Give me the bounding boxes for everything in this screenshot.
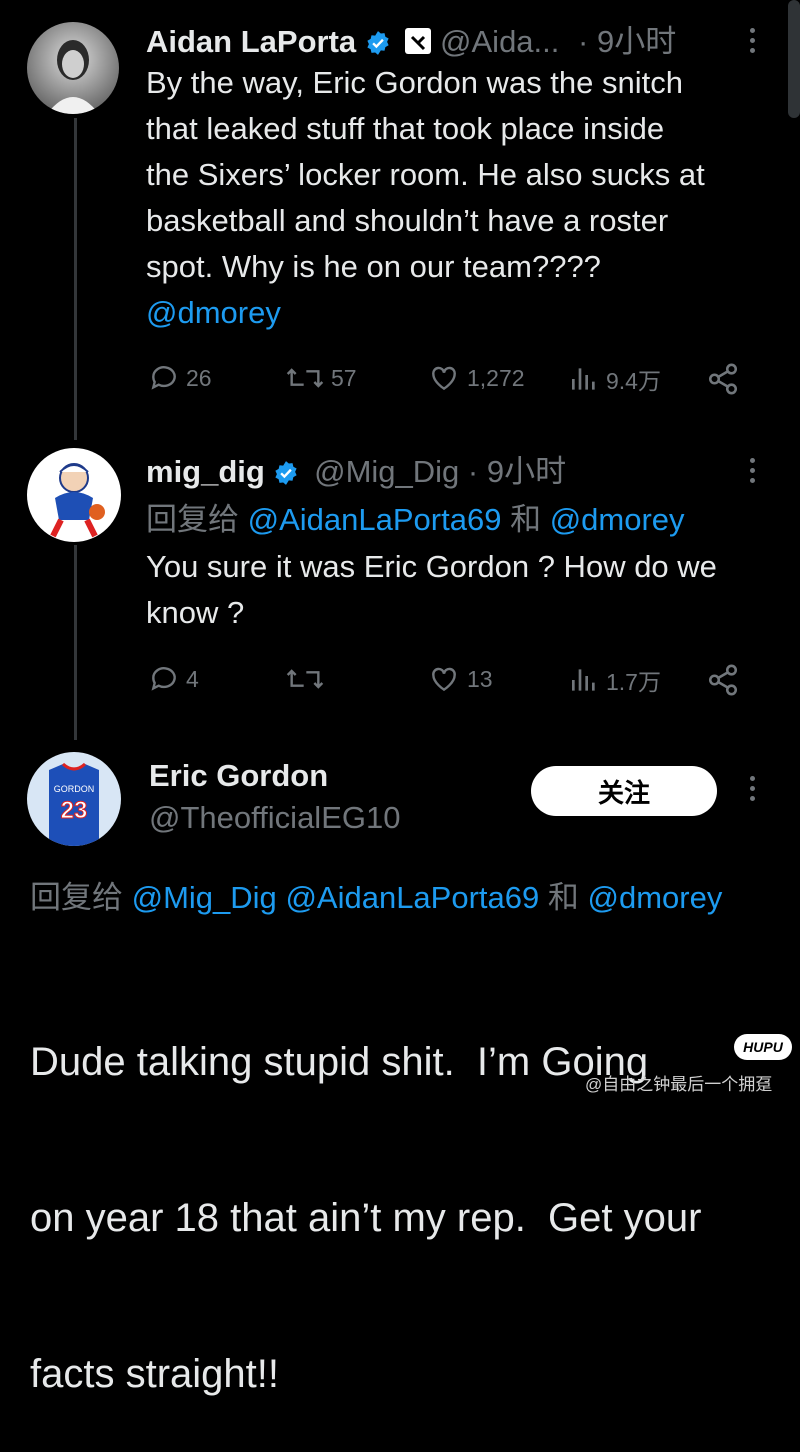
author-name[interactable]: Aidan LaPorta xyxy=(146,24,356,59)
views-button[interactable]: 1.7万 xyxy=(568,663,661,697)
like-button[interactable]: 1,272 xyxy=(427,362,525,394)
author-handle[interactable]: @TheofficialEG10 xyxy=(149,800,400,836)
text-line: the Sixers’ locker room. He also sucks a… xyxy=(146,157,705,192)
mention-link[interactable]: @dmorey xyxy=(146,290,705,336)
avatar-portrait xyxy=(47,40,99,114)
hupu-logo: HUPU xyxy=(734,1034,792,1060)
reply-icon xyxy=(151,667,176,691)
text-line: spot. Why is he on our team???? xyxy=(146,249,601,284)
text-line: facts straight!! xyxy=(30,1352,279,1396)
tweet-text: You sure it was Eric Gordon ? How do we … xyxy=(146,544,717,636)
tweet-time[interactable]: · 9小时 xyxy=(468,454,566,489)
reply-button[interactable]: 26 xyxy=(148,362,212,394)
tweet-text: Dude talking stupid shit. I’m Going on y… xyxy=(30,932,701,1452)
avatar-mascot xyxy=(50,463,105,538)
mention-link[interactable]: @AidanLaPorta69 xyxy=(248,502,502,537)
text-line: You sure it was Eric Gordon ? How do we xyxy=(146,549,717,584)
reply-prefix: 回复给 xyxy=(146,502,239,537)
reply-count: 26 xyxy=(186,364,212,391)
mention-link[interactable]: @dmorey xyxy=(550,502,685,537)
views-button[interactable]: 9.4万 xyxy=(568,362,661,396)
view-count: 9.4万 xyxy=(606,368,661,394)
avatar[interactable]: GORDON 23 xyxy=(27,752,121,846)
reply-button[interactable]: 4 xyxy=(148,663,199,695)
like-count: 13 xyxy=(467,665,493,692)
affiliate-badge-icon xyxy=(405,28,432,54)
like-button[interactable]: 13 xyxy=(427,663,493,695)
view-count: 1.7万 xyxy=(606,669,661,695)
mention-link[interactable]: @dmorey xyxy=(588,880,723,915)
more-icon[interactable] xyxy=(750,776,756,806)
tweet-header: mig_dig @Mig_Dig · 9小时 xyxy=(146,446,566,491)
reply-context: 回复给 @Mig_Dig @AidanLaPorta69 和 @dmorey xyxy=(30,872,722,917)
share-button[interactable] xyxy=(706,663,740,697)
more-icon[interactable] xyxy=(750,28,756,58)
reply-and: 和 xyxy=(547,880,579,915)
tweet-header: Aidan LaPorta @Aida... · 9小时 xyxy=(146,16,676,61)
views-icon xyxy=(572,669,595,691)
like-count: 1,272 xyxy=(467,364,525,391)
jersey-number: 23 xyxy=(61,797,88,824)
text-line: By the way, Eric Gordon was the snitch xyxy=(146,65,683,100)
author-name[interactable]: Eric Gordon xyxy=(149,758,328,794)
retweet-button[interactable] xyxy=(285,663,325,695)
tweet-time[interactable]: · 9小时 xyxy=(578,24,676,59)
views-icon xyxy=(572,368,595,390)
jersey-name: GORDON xyxy=(54,784,95,794)
mention-link[interactable]: @Mig_Dig xyxy=(132,880,277,915)
text-line: on year 18 that ain’t my rep. Get your xyxy=(30,1196,702,1240)
text-line: know ? xyxy=(146,595,245,630)
share-icon xyxy=(708,664,738,696)
reply-context: 回复给 @AidanLaPorta69 和 @dmorey xyxy=(146,494,685,539)
verified-icon xyxy=(367,31,389,55)
author-name[interactable]: mig_dig xyxy=(146,454,265,489)
watermark-caption: @自由之钟最后一个拥趸 xyxy=(585,1075,773,1094)
scrollbar[interactable] xyxy=(788,0,800,118)
thread-line-2 xyxy=(74,545,77,740)
author-handle[interactable]: @Aida... xyxy=(440,24,559,59)
avatar-jersey: GORDON 23 xyxy=(49,762,99,846)
author-handle[interactable]: @Mig_Dig xyxy=(314,454,459,489)
avatar[interactable] xyxy=(27,22,119,114)
reply-and: 和 xyxy=(510,502,542,537)
reply-prefix: 回复给 xyxy=(30,880,123,915)
retweet-count: 57 xyxy=(331,364,357,391)
share-button[interactable] xyxy=(706,362,740,396)
tweet-text: By the way, Eric Gordon was the snitch t… xyxy=(146,60,705,336)
follow-button[interactable]: 关注 xyxy=(531,766,717,816)
reply-count: 4 xyxy=(186,665,199,692)
retweet-button[interactable]: 57 xyxy=(285,362,357,394)
text-line: basketball and shouldn’t have a roster xyxy=(146,203,669,238)
follow-label: 关注 xyxy=(597,777,650,808)
share-icon xyxy=(708,363,738,395)
retweet-icon xyxy=(286,368,324,388)
retweet-icon xyxy=(286,669,324,689)
like-icon xyxy=(432,366,456,391)
like-icon xyxy=(432,667,456,692)
more-icon[interactable] xyxy=(750,458,756,488)
avatar[interactable] xyxy=(27,448,121,542)
verified-icon xyxy=(275,461,298,485)
reply-icon xyxy=(151,366,176,390)
logo-text: HUPU xyxy=(743,1039,783,1055)
thread-line xyxy=(74,118,77,440)
mention-link[interactable]: @AidanLaPorta69 xyxy=(285,880,539,915)
text-line: that leaked stuff that took place inside xyxy=(146,111,665,146)
